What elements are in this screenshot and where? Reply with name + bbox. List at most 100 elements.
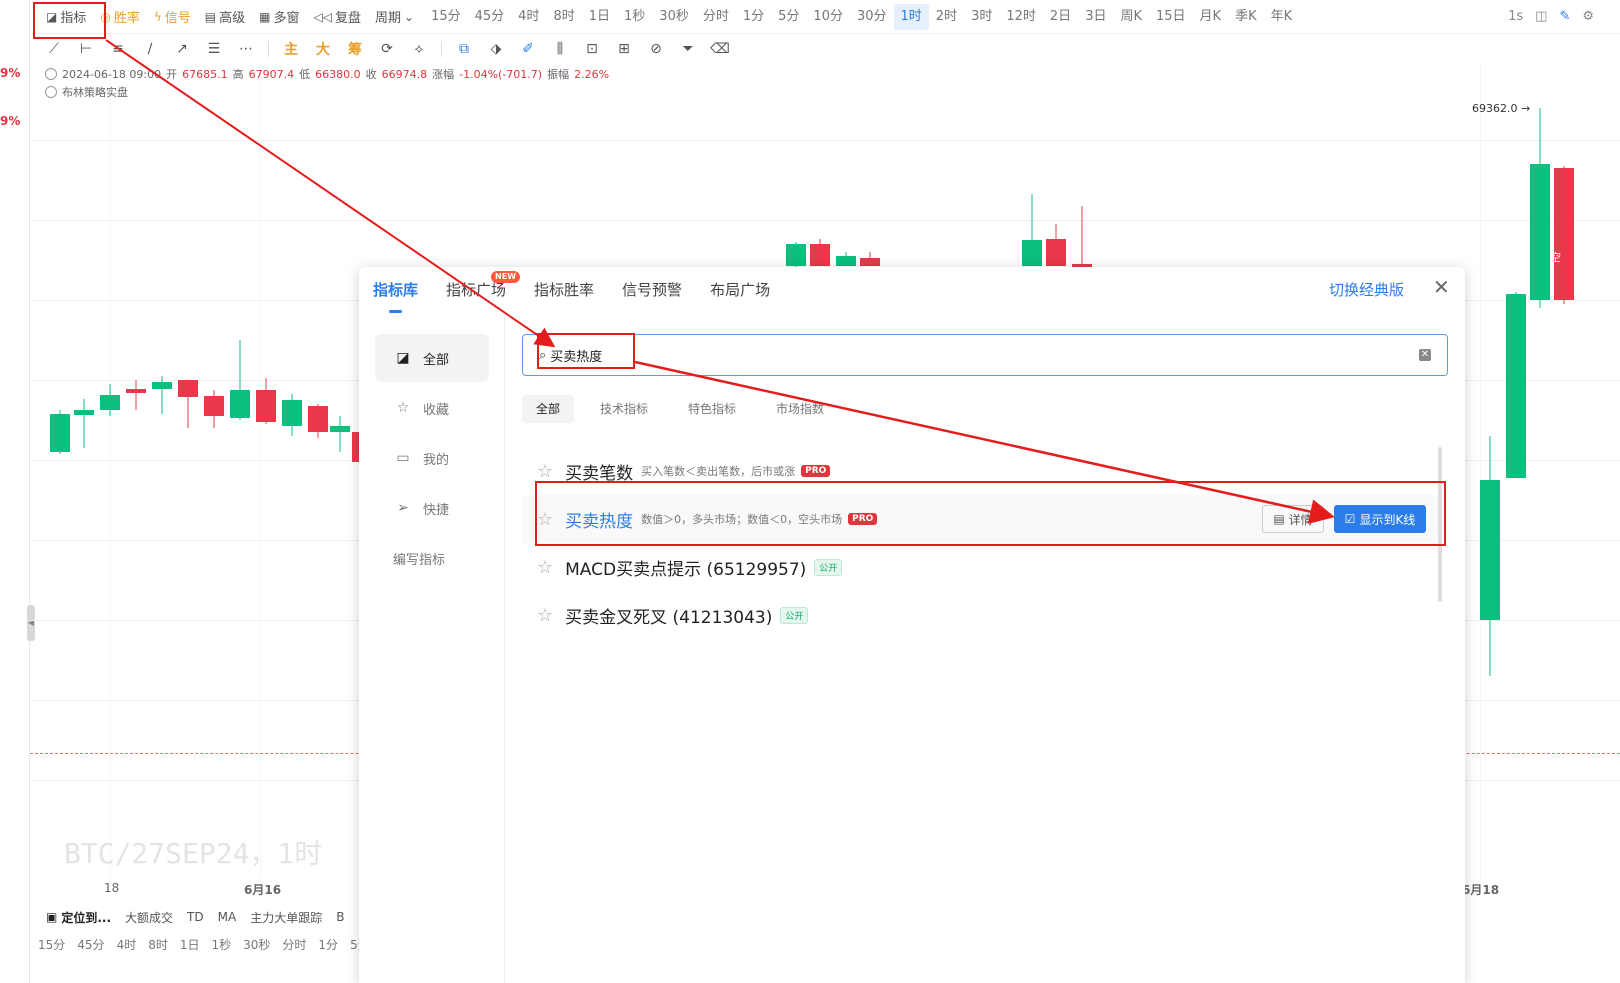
indicator-search[interactable]: ⌕ ✕ — [522, 334, 1448, 376]
star-icon[interactable]: ☆ — [537, 461, 553, 482]
bottom-item-2[interactable]: TD — [187, 910, 204, 924]
period-item[interactable]: 15分 — [424, 4, 468, 30]
filter-market-index[interactable]: 市场指数 — [762, 395, 838, 423]
ray-tool-icon[interactable]: ⟋ — [44, 41, 64, 57]
list-item[interactable]: ☆ 买卖金叉死叉 (41213043) 公开 — [522, 591, 1442, 639]
edit-doc-icon[interactable]: ⊞ — [614, 41, 634, 57]
filter-technical[interactable]: 技术指标 — [586, 395, 662, 423]
replay-button[interactable]: ◁◁ 复盘 — [307, 3, 368, 31]
sidebar-item-mine[interactable]: ▭ 我的 — [375, 434, 489, 482]
filter-featured[interactable]: 特色指标 — [674, 395, 750, 423]
bottom-period-item[interactable]: 8时 — [148, 936, 168, 953]
winrate-button[interactable]: ◎ 胜率 — [93, 3, 147, 31]
period-item[interactable]: 年K — [1264, 4, 1300, 30]
clear-search-icon[interactable]: ✕ — [1419, 349, 1431, 361]
sidebar-item-write[interactable]: 编写指标 — [375, 534, 489, 582]
period-item[interactable]: 30秒 — [652, 4, 696, 30]
detail-button[interactable]: ▤ 详情 — [1262, 505, 1324, 533]
star-icon[interactable]: ☆ — [537, 557, 553, 578]
sidebar-item-all[interactable]: ◪ 全部 — [375, 334, 489, 382]
multi-window-button[interactable]: ▦ 多窗 — [252, 3, 306, 31]
bottom-period-item[interactable]: 1秒 — [211, 936, 231, 953]
period-item[interactable]: 1日 — [582, 4, 617, 30]
switch-classic-link[interactable]: 切换经典版 — [1329, 279, 1404, 300]
tab-signal-alert[interactable]: 信号预警 — [622, 267, 682, 313]
camera-icon[interactable]: ◫ — [1535, 9, 1547, 24]
bottom-period-item[interactable]: 1分 — [318, 936, 338, 953]
candles-icon[interactable]: ⫼ — [550, 41, 570, 57]
toggle-circle-icon[interactable] — [45, 68, 57, 80]
list-item[interactable]: ☆ MACD买卖点提示 (65129957) 公开 — [522, 543, 1442, 591]
period-item[interactable]: 1分 — [736, 4, 771, 30]
bottom-period-item[interactable]: 1日 — [180, 936, 200, 953]
locate-button[interactable]: ▣ 定位到... — [46, 909, 111, 926]
filter-all[interactable]: 全部 — [522, 395, 575, 423]
bottom-item-5[interactable]: B — [336, 910, 344, 924]
advanced-button[interactable]: ▤ 高级 — [198, 3, 252, 31]
trend-line-icon[interactable]: ∕ — [140, 41, 160, 57]
big-tool[interactable]: 大 — [313, 39, 333, 59]
period-item[interactable]: 周K — [1113, 4, 1149, 30]
period-item[interactable]: 5分 — [771, 4, 806, 30]
period-item[interactable]: 分时 — [696, 4, 736, 30]
bottom-period-item[interactable]: 15分 — [38, 936, 65, 953]
period-item[interactable]: 1时 — [893, 3, 929, 30]
indicator-button[interactable]: ◪ 指标 — [30, 3, 93, 31]
magnet-icon[interactable]: ⊘ — [646, 41, 666, 57]
strategy-label[interactable]: 布林策略实盘 — [62, 84, 128, 100]
period-item[interactable]: 2时 — [929, 4, 964, 30]
bottom-period-item[interactable]: 30秒 — [243, 936, 270, 953]
close-icon[interactable]: ✕ — [1433, 275, 1450, 299]
bottom-item-1[interactable]: 大额成交 — [125, 909, 173, 926]
star-icon[interactable]: ☆ — [537, 509, 553, 530]
toggle-circle-icon[interactable] — [45, 86, 57, 98]
refresh-shape-icon[interactable]: ⟳ — [377, 41, 397, 57]
period-item[interactable]: 3时 — [964, 4, 999, 30]
sidebar-item-favorites[interactable]: ☆ 收藏 — [375, 384, 489, 432]
more-icon[interactable]: ⋯ — [236, 41, 256, 57]
tab-indicator-library[interactable]: 指标库 — [373, 267, 418, 313]
horizontal-line-icon[interactable]: ⊢ — [76, 41, 96, 57]
period-item[interactable]: 45分 — [468, 4, 512, 30]
period-item[interactable]: 15日 — [1149, 4, 1193, 30]
show-on-kline-button[interactable]: ☑ 显示到K线 — [1334, 505, 1426, 533]
settings-icon[interactable]: ⚙ — [1582, 9, 1594, 24]
period-item[interactable]: 12时 — [999, 4, 1043, 30]
ruler-icon[interactable]: ⬗ — [486, 41, 506, 57]
search-input[interactable] — [550, 347, 1371, 363]
period-item[interactable]: 2日 — [1043, 4, 1078, 30]
pencil-icon[interactable]: ✎ — [1559, 9, 1570, 24]
period-dropdown[interactable]: 周期 ⌄ — [368, 3, 424, 31]
copy-icon[interactable]: ⧉ — [454, 41, 474, 57]
filter-icon[interactable]: ⏷ — [678, 41, 698, 57]
scrollbar[interactable] — [1438, 447, 1442, 602]
chips-tool[interactable]: 筹 — [345, 39, 365, 59]
period-item[interactable]: 月K — [1193, 4, 1229, 30]
trash-icon[interactable]: ⌫ — [710, 41, 730, 57]
main-tool[interactable]: 主 — [281, 39, 301, 59]
period-item[interactable]: 3日 — [1078, 4, 1113, 30]
sidebar-item-quick[interactable]: ➢ 快捷 — [375, 484, 489, 532]
arrow-line-icon[interactable]: ↗ — [172, 41, 192, 57]
tab-indicator-winrate[interactable]: 指标胜率 — [534, 267, 594, 313]
bottom-period-item[interactable]: 4时 — [117, 936, 137, 953]
bottom-item-3[interactable]: MA — [218, 910, 237, 924]
period-item[interactable]: 10分 — [806, 4, 850, 30]
pen-draw-icon[interactable]: ✐ — [518, 41, 538, 57]
parallel-lines-icon[interactable]: ≡ — [108, 41, 128, 57]
period-item[interactable]: 8时 — [546, 4, 581, 30]
channel-icon[interactable]: ☰ — [204, 41, 224, 57]
bottom-period-item[interactable]: 45分 — [77, 936, 104, 953]
signal-button[interactable]: ϟ 信号 — [147, 3, 198, 31]
list-item[interactable]: ☆ 买卖笔数 买入笔数＜卖出笔数，后市或涨 PRO — [522, 447, 1442, 495]
period-item[interactable]: 4时 — [511, 4, 546, 30]
bottom-item-4[interactable]: 主力大单跟踪 — [250, 909, 322, 926]
measure-icon[interactable]: ⟡ — [409, 41, 429, 57]
tab-indicator-square[interactable]: 指标广场 NEW — [446, 267, 521, 313]
list-item[interactable]: ☆ 买卖热度 数值＞0，多头市场；数值＜0，空头市场 PRO ▤ 详情 ☑ 显示… — [522, 495, 1442, 543]
tab-layout-square[interactable]: 布局广场 — [710, 267, 770, 313]
period-item[interactable]: 1秒 — [617, 4, 652, 30]
lock-icon[interactable]: ⊡ — [582, 41, 602, 57]
star-icon[interactable]: ☆ — [537, 605, 553, 626]
bottom-period-item[interactable]: 分时 — [282, 936, 306, 953]
